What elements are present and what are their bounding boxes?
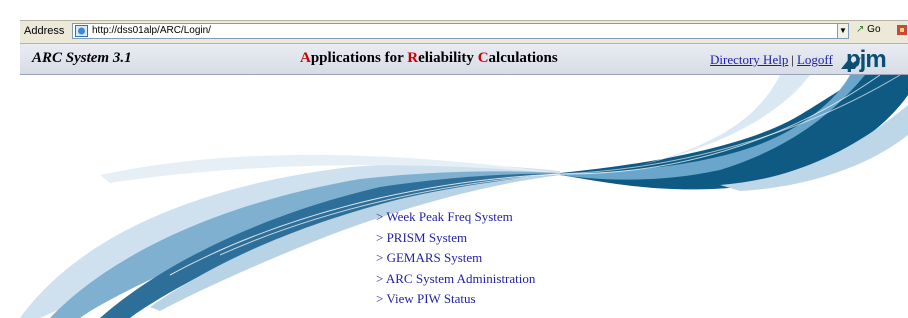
- address-input[interactable]: http://dss01alp/ARC/Login/: [72, 23, 849, 39]
- menu-item-arc-admin[interactable]: > ARC System Administration: [376, 269, 535, 290]
- window-edge-top: [20, 0, 908, 20]
- address-url: http://dss01alp/ARC/Login/: [92, 25, 211, 36]
- go-button[interactable]: ↗ Go: [856, 24, 881, 38]
- heading-text-c: alculations: [488, 50, 558, 66]
- menu-item-week-peak-freq[interactable]: > Week Peak Freq System: [376, 207, 535, 228]
- heading-text-r: eliability: [418, 50, 478, 66]
- page-heading: Applications for Reliability Calculation…: [300, 50, 558, 67]
- header-links: Directory Help | Logoff: [710, 52, 833, 68]
- menu-item-prism[interactable]: > PRISM System: [376, 228, 535, 249]
- heading-text-a: pplications for: [310, 50, 408, 66]
- heading-letter-a: A: [300, 50, 311, 66]
- app-title: ARC System 3.1: [32, 50, 132, 66]
- logoff-link[interactable]: Logoff: [797, 52, 833, 67]
- toolbar-extension-icon[interactable]: [896, 24, 908, 36]
- window-edge-left: [0, 0, 20, 318]
- go-label: Go: [867, 24, 881, 35]
- directory-help-link[interactable]: Directory Help: [710, 52, 788, 67]
- heading-letter-r: R: [407, 50, 419, 66]
- address-dropdown-button[interactable]: ▼: [837, 23, 849, 39]
- pjm-logo: pjm: [846, 46, 887, 73]
- menu-item-view-piw-status[interactable]: > View PIW Status: [376, 289, 535, 310]
- menu-item-gemars[interactable]: > GEMARS System: [376, 248, 535, 269]
- app-header: ARC System 3.1 Applications for Reliabil…: [20, 44, 908, 75]
- heading-letter-c: C: [477, 50, 489, 66]
- address-bar: Address http://dss01alp/ARC/Login/ ▼ ↗ G…: [20, 20, 908, 44]
- page-icon: [75, 25, 88, 37]
- address-label: Address: [24, 25, 65, 37]
- system-menu: > Week Peak Freq System > PRISM System >…: [376, 207, 535, 310]
- go-arrow-icon: ↗: [856, 24, 865, 35]
- main-content: > Week Peak Freq System > PRISM System >…: [20, 75, 908, 318]
- link-separator: |: [791, 52, 794, 67]
